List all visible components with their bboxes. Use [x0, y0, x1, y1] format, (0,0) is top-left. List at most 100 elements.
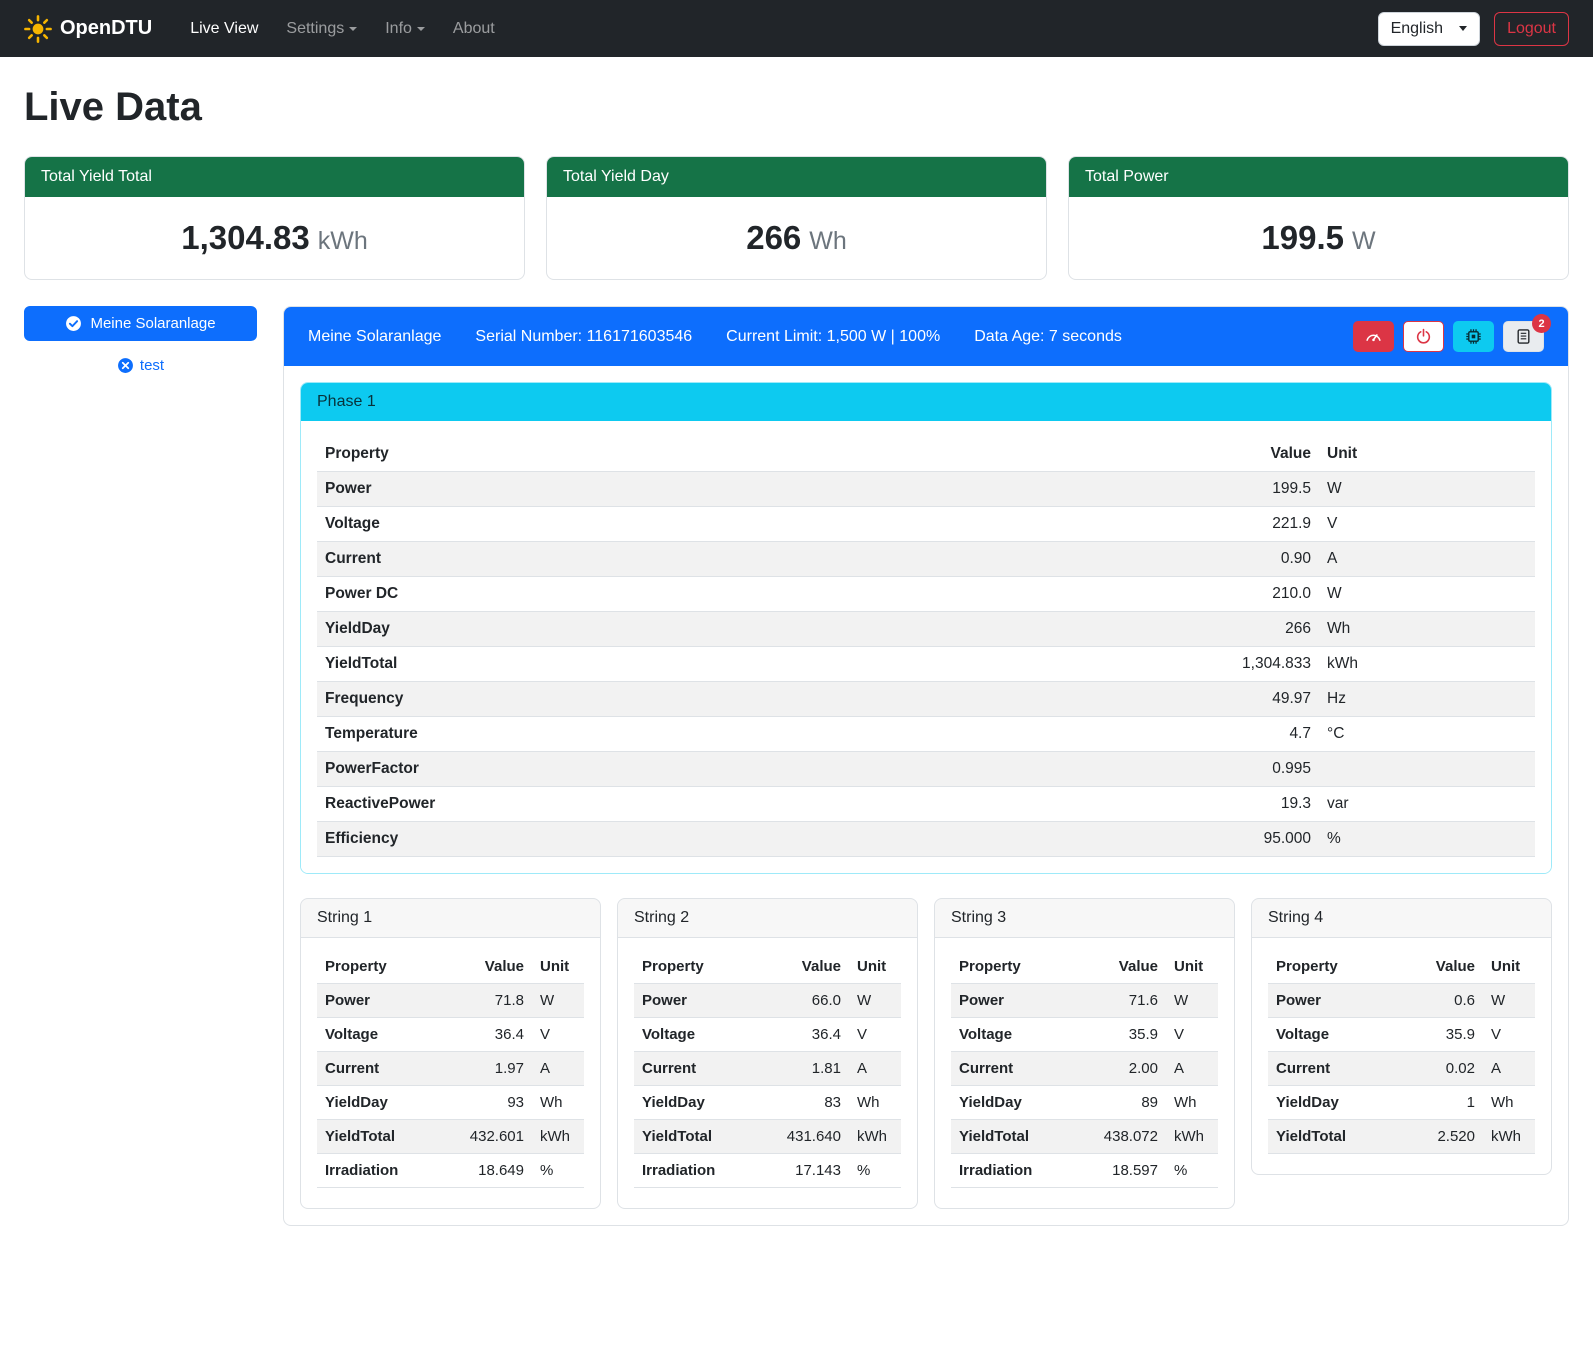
property-unit: A [1166, 1052, 1218, 1086]
inverter-select-button[interactable]: Meine Solaranlage [24, 306, 257, 341]
inverter-limit: Current Limit: 1,500 W | 100% [726, 328, 940, 346]
property-label: Power [317, 984, 440, 1018]
property-unit: Hz [1319, 682, 1535, 717]
table-row: Temperature4.7°C [317, 717, 1535, 752]
table-row: Current0.02A [1268, 1052, 1535, 1086]
string-table: Property Value Unit Power66.0W Voltage36… [634, 950, 901, 1188]
nav-item-about[interactable]: About [443, 12, 505, 46]
inverter-sidebar: Meine Solaranlage test [24, 306, 257, 374]
table-row: Power DC210.0W [317, 577, 1535, 612]
table-row: YieldTotal1,304.833kWh [317, 647, 1535, 682]
property-unit: kWh [532, 1120, 584, 1154]
property-value: 18.597 [1074, 1154, 1166, 1188]
journal-icon [1515, 328, 1532, 345]
logout-button[interactable]: Logout [1494, 12, 1569, 46]
property-value: 95.000 [1189, 822, 1319, 857]
property-label: YieldTotal [317, 647, 1189, 682]
property-unit: V [849, 1018, 901, 1052]
table-row: Current2.00A [951, 1052, 1218, 1086]
property-value: 1,304.833 [1189, 647, 1319, 682]
string-card-1: String 1 Property Value Unit [300, 898, 601, 1209]
x-circle-icon[interactable] [117, 357, 134, 374]
nav-item-settings[interactable]: Settings [276, 12, 367, 46]
limit-settings-button[interactable] [1353, 321, 1394, 352]
nav-item-info[interactable]: Info [375, 12, 435, 46]
card-body: 199.5W [1069, 197, 1568, 279]
property-value: 35.9 [1074, 1018, 1166, 1052]
phase-table: Property Value Unit Power199.5W Voltage2… [317, 437, 1535, 857]
tag-test-label: test [140, 357, 164, 374]
property-unit: Wh [1483, 1086, 1535, 1120]
property-label: YieldTotal [951, 1120, 1074, 1154]
property-label: YieldDay [951, 1086, 1074, 1120]
table-row: Current1.81A [634, 1052, 901, 1086]
table-header-row: Property Value Unit [317, 437, 1535, 472]
property-label: Current [634, 1052, 757, 1086]
strings-row: String 1 Property Value Unit [300, 898, 1552, 1209]
cpu-icon [1465, 328, 1482, 345]
property-unit: Wh [1319, 612, 1535, 647]
inverter-data-age: Data Age: 7 seconds [974, 328, 1122, 346]
property-unit: W [1483, 984, 1535, 1018]
device-info-button[interactable] [1453, 321, 1494, 352]
event-log-button[interactable]: 2 [1503, 321, 1544, 352]
property-label: YieldDay [1268, 1086, 1391, 1120]
table-header-row: Property Value Unit [317, 950, 584, 984]
column-property: Property [951, 950, 1074, 984]
table-row: Current1.97A [317, 1052, 584, 1086]
property-label: Power [1268, 984, 1391, 1018]
nav-item-live-view[interactable]: Live View [180, 12, 268, 46]
property-label: Power [951, 984, 1074, 1018]
property-label: Irradiation [951, 1154, 1074, 1188]
property-unit: W [1319, 577, 1535, 612]
table-row: Irradiation17.143% [634, 1154, 901, 1188]
column-value: Value [757, 950, 849, 984]
property-unit: Wh [849, 1086, 901, 1120]
property-value: 17.143 [757, 1154, 849, 1188]
property-unit: W [849, 984, 901, 1018]
property-label: Current [317, 542, 1189, 577]
table-row: Voltage36.4V [634, 1018, 901, 1052]
property-value: 49.97 [1189, 682, 1319, 717]
tag-test[interactable]: test [24, 357, 257, 374]
nav-links: Live View Settings Info About [180, 12, 1377, 46]
property-value: 36.4 [440, 1018, 532, 1052]
brand[interactable]: OpenDTU [24, 15, 152, 43]
table-header-row: Property Value Unit [634, 950, 901, 984]
page-title: Live Data [24, 85, 1569, 130]
property-label: PowerFactor [317, 752, 1189, 787]
table-row: Voltage221.9V [317, 507, 1535, 542]
table-row: YieldTotal432.601kWh [317, 1120, 584, 1154]
property-label: Voltage [317, 1018, 440, 1052]
column-unit: Unit [1483, 950, 1535, 984]
string-card-header: String 3 [935, 899, 1234, 938]
card-value: 199.5 [1261, 219, 1344, 256]
chevron-down-icon [349, 27, 357, 31]
column-property: Property [634, 950, 757, 984]
string-card-header: String 1 [301, 899, 600, 938]
string-card-2: String 2 Property Value Unit [617, 898, 918, 1209]
property-unit: V [1166, 1018, 1218, 1052]
table-header-row: Property Value Unit [1268, 950, 1535, 984]
property-value: 1.81 [757, 1052, 849, 1086]
property-value: 71.6 [1074, 984, 1166, 1018]
property-unit: % [1166, 1154, 1218, 1188]
table-row: Efficiency95.000% [317, 822, 1535, 857]
language-select[interactable]: English [1378, 12, 1480, 46]
card-value: 266 [746, 219, 801, 256]
property-unit: A [1319, 542, 1535, 577]
gauge-icon [1365, 328, 1382, 345]
card-total-yield-total: Total Yield Total 1,304.83kWh [24, 156, 525, 280]
property-unit: % [532, 1154, 584, 1188]
table-row: Power71.8W [317, 984, 584, 1018]
power-toggle-button[interactable] [1403, 321, 1444, 352]
column-property: Property [1268, 950, 1391, 984]
property-value: 83 [757, 1086, 849, 1120]
property-value: 432.601 [440, 1120, 532, 1154]
table-row: YieldDay1Wh [1268, 1086, 1535, 1120]
card-header: Total Power [1069, 157, 1568, 197]
column-unit: Unit [849, 950, 901, 984]
table-row: YieldDay266Wh [317, 612, 1535, 647]
property-label: YieldDay [634, 1086, 757, 1120]
property-unit: W [532, 984, 584, 1018]
